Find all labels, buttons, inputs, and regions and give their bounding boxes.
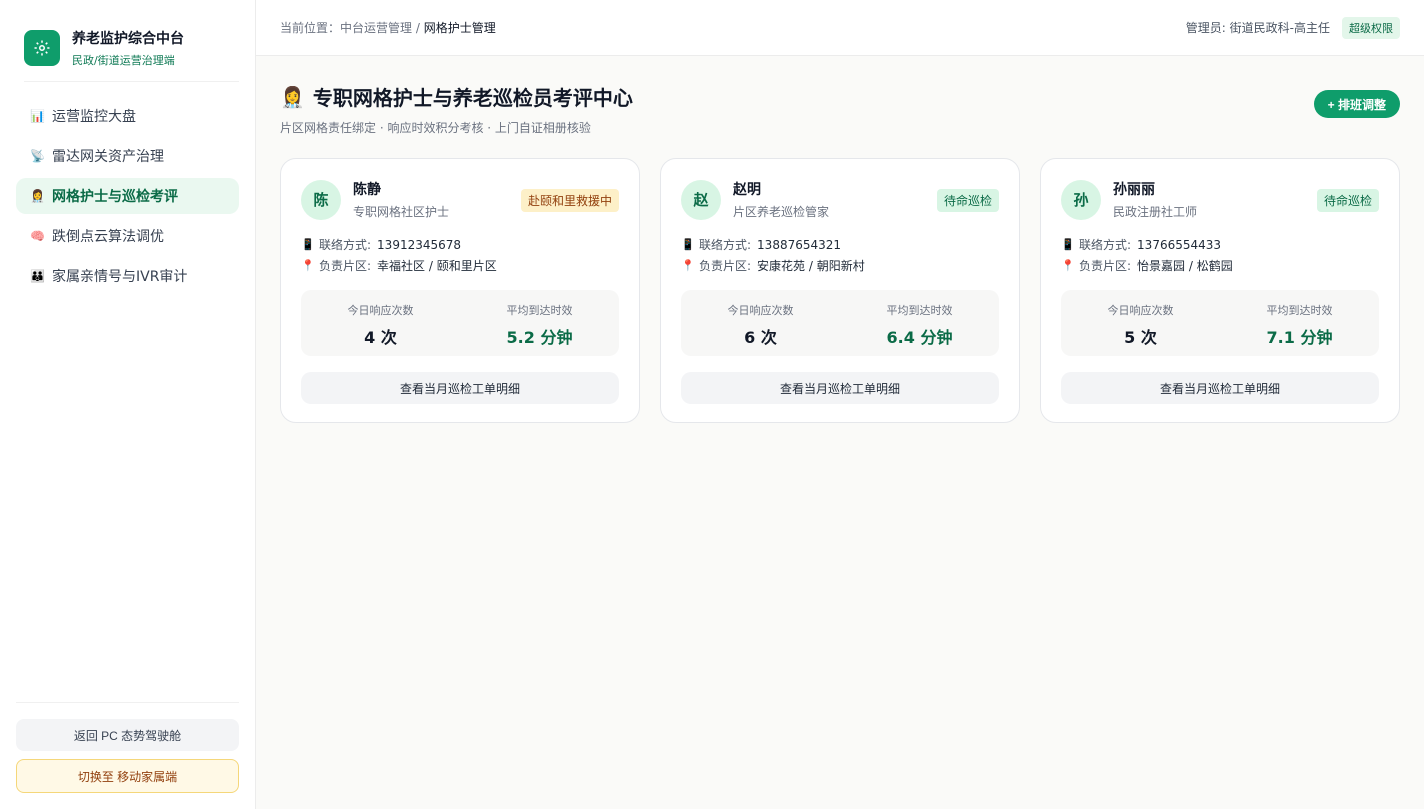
today-count-label: 今日响应次数 (347, 304, 414, 317)
phone-icon: 📱 (301, 238, 315, 251)
sidebar-item-label: 雷达网关资产治理 (52, 149, 164, 165)
sidebar-nav: 📊 运营监控大盘 📡 雷达网关资产治理 👩‍⚕️ 网格护士与巡检考评 🧠 跌倒点… (0, 98, 255, 298)
avg-time-label: 平均到达时效 (506, 304, 573, 317)
staff-name: 陈静 (353, 182, 381, 198)
today-count-value: 5 次 (1124, 328, 1157, 347)
pin-icon: 📍 (681, 259, 695, 272)
sidebar-item-label: 家属亲情号与IVR审计 (52, 269, 188, 285)
sidebar-item-label: 运营监控大盘 (52, 109, 136, 125)
switch-mobile-button[interactable]: 切换至 移动家属端 (16, 759, 239, 793)
phone-icon: 📱 (681, 238, 695, 251)
brand-subtitle: 民政/街道运营治理端 (72, 54, 175, 67)
brain-icon: 🧠 (30, 229, 45, 243)
phone-icon: 📱 (1061, 238, 1075, 251)
avg-time-label: 平均到达时效 (1266, 304, 1333, 317)
family-icon: 👪 (30, 269, 45, 283)
status-badge: 赴颐和里救援中 (520, 189, 619, 212)
area-value: 安康花苑 / 朝阳新村 (757, 259, 865, 273)
view-orders-button[interactable]: 查看当月巡检工单明细 (681, 372, 999, 404)
staff-card-list: 陈 陈静 专职网格社区护士 赴颐和里救援中 📱 联络方式: 13912345678… (280, 158, 1400, 423)
sidebar-item-fall-algorithm[interactable]: 🧠 跌倒点云算法调优 (16, 218, 239, 254)
sidebar-item-radar-assets[interactable]: 📡 雷达网关资产治理 (16, 138, 239, 174)
staff-card: 陈 陈静 专职网格社区护士 赴颐和里救援中 📱 联络方式: 13912345678… (280, 158, 640, 423)
staff-card: 赵 赵明 片区养老巡检管家 待命巡检 📱 联络方式: 13887654321 📍 负… (660, 158, 1020, 423)
breadcrumb-separator: / (412, 21, 424, 35)
page-title-text: 专职网格护士与养老巡检员考评中心 (312, 86, 633, 110)
staff-role: 片区养老巡检管家 (733, 205, 830, 219)
contact-label: 联络方式: (1079, 238, 1132, 252)
page-title: 👩‍⚕️ 专职网格护士与养老巡检员考评中心 (280, 82, 633, 111)
pin-icon: 📍 (1061, 259, 1075, 272)
sidebar-item-dashboard[interactable]: 📊 运营监控大盘 (16, 98, 239, 134)
view-orders-button[interactable]: 查看当月巡检工单明细 (1061, 372, 1379, 404)
phone-value: 13912345678 (377, 237, 462, 252)
avg-time-label: 平均到达时效 (886, 304, 953, 317)
avg-time-value: 5.2 分钟 (506, 328, 573, 347)
staff-name: 孙丽丽 (1113, 182, 1155, 198)
status-badge: 待命巡检 (1316, 189, 1379, 212)
phone-value: 13887654321 (757, 237, 842, 252)
avg-time-value: 7.1 分钟 (1266, 328, 1333, 347)
area-value: 怡景嘉园 / 松鹤园 (1137, 259, 1233, 273)
brand-title: 养老监护综合中台 (72, 31, 184, 47)
sidebar-item-label: 网格护士与巡检考评 (52, 189, 178, 205)
staff-card: 孙 孙丽丽 民政注册社工师 待命巡检 📱 联络方式: 13766554433 📍 负… (1040, 158, 1400, 423)
gear-icon (24, 30, 60, 66)
area-value: 幸福社区 / 颐和里片区 (377, 259, 497, 273)
bar-chart-icon: 📊 (30, 109, 45, 123)
breadcrumb-parent[interactable]: 中台运营管理 (340, 21, 412, 35)
staff-role: 专职网格社区护士 (353, 205, 450, 219)
breadcrumb: 当前位置：中台运营管理 / 网格护士管理 (280, 19, 496, 36)
avatar: 赵 (681, 179, 721, 220)
stats-panel: 今日响应次数 4 次 平均到达时效 5.2 分钟 (301, 290, 619, 356)
schedule-adjust-button[interactable]: + 排班调整 (1313, 90, 1400, 118)
sidebar-item-label: 跌倒点云算法调优 (52, 229, 164, 245)
phone-value: 13766554433 (1137, 237, 1222, 252)
sidebar-item-nurse-review[interactable]: 👩‍⚕️ 网格护士与巡检考评 (16, 178, 239, 214)
main-area: 当前位置：中台运营管理 / 网格护士管理 管理员: 街道民政科-高主任 超级权限… (256, 0, 1424, 809)
topbar: 当前位置：中台运营管理 / 网格护士管理 管理员: 街道民政科-高主任 超级权限 (256, 0, 1424, 56)
radar-icon: 📡 (30, 149, 45, 163)
sidebar-footer: 返回 PC 态势驾驶舱 切换至 移动家属端 (16, 702, 239, 809)
content: 👩‍⚕️ 专职网格护士与养老巡检员考评中心 片区网格责任绑定 · 响应时效积分考… (256, 56, 1424, 423)
avatar: 孙 (1061, 179, 1101, 220)
area-label: 负责片区: (1079, 259, 1132, 273)
area-label: 负责片区: (699, 259, 752, 273)
nurse-icon: 👩‍⚕️ (280, 84, 305, 109)
admin-name: 管理员: 街道民政科-高主任 (1185, 21, 1330, 35)
breadcrumb-current: 网格护士管理 (423, 21, 496, 35)
brand-header: 养老监护综合中台 民政/街道运营治理端 (24, 28, 239, 82)
back-to-pc-button[interactable]: 返回 PC 态势驾驶舱 (16, 719, 239, 751)
area-label: 负责片区: (319, 259, 372, 273)
staff-name: 赵明 (733, 182, 761, 198)
staff-role: 民政注册社工师 (1113, 205, 1198, 219)
avg-time-value: 6.4 分钟 (886, 328, 953, 347)
nurse-icon: 👩‍⚕️ (30, 189, 45, 203)
today-count-value: 4 次 (364, 328, 397, 347)
stats-panel: 今日响应次数 5 次 平均到达时效 7.1 分钟 (1061, 290, 1379, 356)
status-badge: 待命巡检 (936, 189, 999, 212)
breadcrumb-prefix: 当前位置： (280, 21, 341, 35)
sidebar-item-family-ivr[interactable]: 👪 家属亲情号与IVR审计 (16, 258, 239, 294)
sidebar: 养老监护综合中台 民政/街道运营治理端 📊 运营监控大盘 📡 雷达网关资产治理 … (0, 0, 256, 809)
today-count-value: 6 次 (744, 328, 777, 347)
view-orders-button[interactable]: 查看当月巡检工单明细 (301, 372, 619, 404)
today-count-label: 今日响应次数 (1107, 304, 1174, 317)
page-header: 👩‍⚕️ 专职网格护士与养老巡检员考评中心 片区网格责任绑定 · 响应时效积分考… (280, 82, 1400, 136)
avatar: 陈 (301, 179, 341, 220)
admin-info: 管理员: 街道民政科-高主任 超级权限 (1185, 16, 1400, 39)
contact-label: 联络方式: (319, 238, 372, 252)
today-count-label: 今日响应次数 (727, 304, 794, 317)
role-badge: 超级权限 (1342, 16, 1400, 39)
stats-panel: 今日响应次数 6 次 平均到达时效 6.4 分钟 (681, 290, 999, 356)
contact-label: 联络方式: (699, 238, 752, 252)
page-subtitle: 片区网格责任绑定 · 响应时效积分考核 · 上门自证相册核验 (280, 121, 591, 135)
pin-icon: 📍 (301, 259, 315, 272)
